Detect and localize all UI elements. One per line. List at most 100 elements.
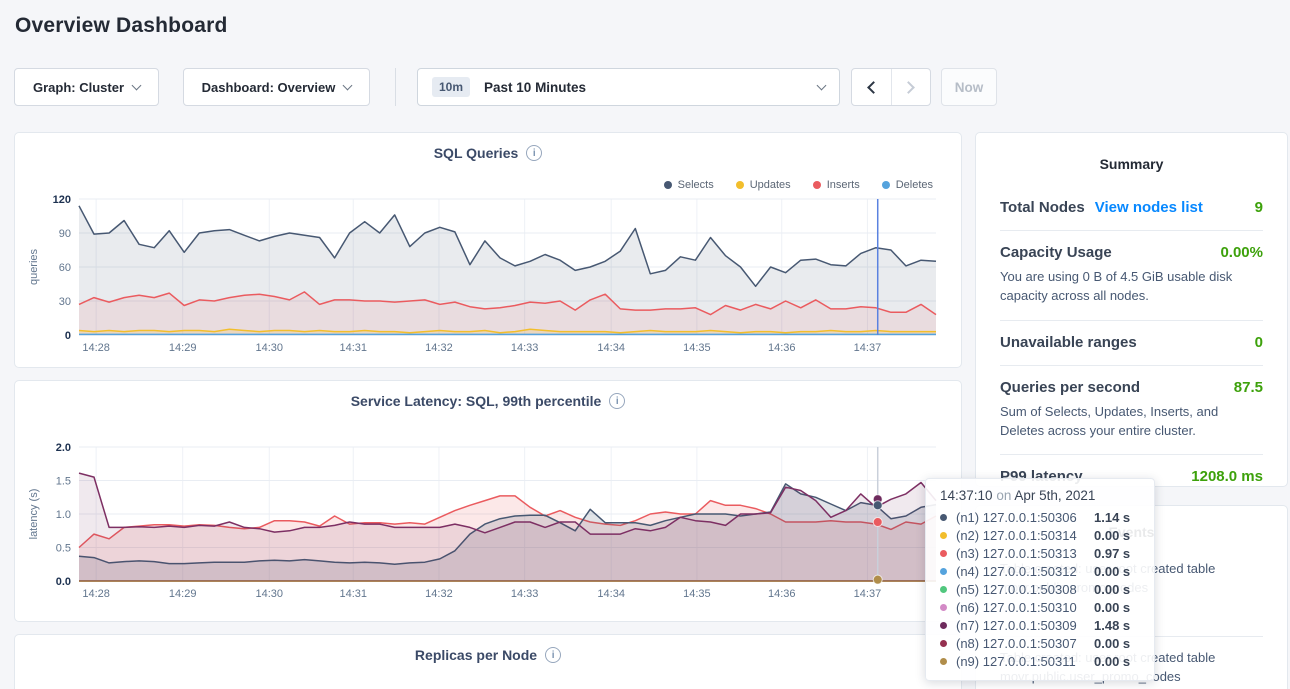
tooltip-row-n6: (n6) 127.0.0.1:503100.00 s [940, 598, 1142, 616]
info-icon[interactable]: i [609, 393, 625, 409]
tooltip-row-n7: (n7) 127.0.0.1:503091.48 s [940, 616, 1142, 634]
tooltip-latency-value: 0.97 s [1094, 546, 1130, 561]
tooltip-latency-value: 0.00 s [1094, 582, 1130, 597]
tooltip-timestamp: 14:37:10 on Apr 5th, 2021 [940, 488, 1142, 503]
info-icon[interactable]: i [545, 647, 561, 663]
svg-text:120: 120 [53, 194, 71, 206]
tooltip-node-address: (n6) 127.0.0.1:50310 [956, 600, 1094, 615]
svg-text:14:29: 14:29 [169, 342, 197, 354]
tooltip-row-n9: (n9) 127.0.0.1:503110.00 s [940, 652, 1142, 670]
page-title: Overview Dashboard [15, 14, 228, 38]
unavailable-ranges-label: Unavailable ranges [1000, 334, 1137, 351]
time-range-dropdown[interactable]: 10m Past 10 Minutes [417, 68, 840, 106]
svg-text:14:37: 14:37 [854, 588, 882, 600]
service-latency-panel: 0.00.51.01.52.014:2814:2914:3014:3114:32… [14, 380, 962, 622]
legend-dot [736, 181, 744, 189]
summary-heading: Summary [1000, 148, 1263, 186]
legend-dot [664, 181, 672, 189]
svg-text:14:32: 14:32 [425, 342, 453, 354]
legend-item-deletes: Deletes [882, 179, 933, 191]
svg-text:1.0: 1.0 [56, 509, 71, 521]
qps-label: Queries per second [1000, 379, 1140, 396]
tooltip-row-n2: (n2) 127.0.0.1:503140.00 s [940, 526, 1142, 544]
svg-text:14:30: 14:30 [255, 342, 283, 354]
now-button-label: Now [955, 80, 984, 95]
graph-dropdown[interactable]: Graph: Cluster [14, 68, 159, 106]
node-color-dot [940, 622, 947, 629]
tooltip-node-address: (n5) 127.0.0.1:50308 [956, 582, 1094, 597]
legend-label: Selects [678, 179, 714, 191]
tooltip-row-n3: (n3) 127.0.0.1:503130.97 s [940, 544, 1142, 562]
svg-text:0.0: 0.0 [56, 576, 71, 588]
now-button[interactable]: Now [941, 68, 997, 106]
sql-queries-chart: 030609012014:2814:2914:3014:3114:3214:33… [15, 133, 963, 369]
summary-row-total-nodes: Total Nodes View nodes list 9 [1000, 186, 1263, 231]
total-nodes-label: Total Nodes [1000, 199, 1085, 216]
tooltip-latency-value: 0.00 s [1094, 636, 1130, 651]
hover-point-dot [873, 518, 882, 527]
svg-text:90: 90 [59, 228, 71, 240]
svg-text:14:30: 14:30 [255, 588, 283, 600]
hover-point-dot [873, 575, 882, 584]
chevron-right-icon [903, 81, 916, 94]
svg-text:14:32: 14:32 [425, 588, 453, 600]
chevron-down-icon [817, 80, 827, 90]
tooltip-node-address: (n8) 127.0.0.1:50307 [956, 636, 1094, 651]
tooltip-latency-value: 1.48 s [1094, 618, 1130, 633]
service-latency-chart: 0.00.51.01.52.014:2814:2914:3014:3114:32… [15, 381, 963, 623]
chevron-down-icon [343, 80, 353, 90]
total-nodes-value: 9 [1255, 199, 1263, 216]
time-range-label: Past 10 Minutes [484, 80, 818, 95]
svg-text:0: 0 [65, 330, 71, 342]
svg-text:14:34: 14:34 [597, 588, 625, 600]
legend-dot [882, 181, 890, 189]
node-color-dot [940, 532, 947, 539]
svg-text:14:34: 14:34 [597, 342, 625, 354]
qps-value: 87.5 [1234, 379, 1263, 396]
svg-text:14:31: 14:31 [339, 588, 367, 600]
node-color-dot [940, 604, 947, 611]
tooltip-date: Apr 5th, 2021 [1014, 488, 1095, 503]
node-color-dot [940, 640, 947, 647]
node-color-dot [940, 586, 947, 593]
info-icon[interactable]: i [526, 145, 542, 161]
svg-text:60: 60 [59, 262, 71, 274]
node-color-dot [940, 514, 947, 521]
svg-text:14:29: 14:29 [169, 588, 197, 600]
tooltip-node-address: (n3) 127.0.0.1:50313 [956, 546, 1094, 561]
svg-text:14:31: 14:31 [339, 342, 367, 354]
capacity-usage-value: 0.00% [1220, 244, 1263, 261]
tooltip-node-address: (n9) 127.0.0.1:50311 [956, 654, 1094, 669]
tooltip-on: on [996, 488, 1011, 503]
tooltip-node-address: (n7) 127.0.0.1:50309 [956, 618, 1094, 633]
chart-series [79, 473, 936, 581]
svg-text:30: 30 [59, 296, 71, 308]
time-range-badge: 10m [432, 77, 470, 97]
view-nodes-list-link[interactable]: View nodes list [1095, 199, 1203, 216]
svg-text:2.0: 2.0 [56, 442, 71, 454]
dashboard-dropdown[interactable]: Dashboard: Overview [183, 68, 370, 106]
qps-description: Sum of Selects, Updates, Inserts, and De… [1000, 403, 1263, 441]
tooltip-rows: (n1) 127.0.0.1:503061.14 s(n2) 127.0.0.1… [940, 508, 1142, 670]
chart-hover-tooltip: 14:37:10 on Apr 5th, 2021 (n1) 127.0.0.1… [925, 478, 1155, 681]
tooltip-node-address: (n1) 127.0.0.1:50306 [956, 510, 1094, 525]
tooltip-latency-value: 0.00 s [1094, 654, 1130, 669]
next-time-button[interactable] [891, 69, 930, 105]
previous-time-button[interactable] [852, 69, 891, 105]
tooltip-node-address: (n4) 127.0.0.1:50312 [956, 564, 1094, 579]
overview-dashboard-page: { "page": { "title": "Overview Dashboard… [0, 0, 1290, 689]
sql-queries-legend: SelectsUpdatesInsertsDeletes [664, 179, 933, 191]
summary-row-qps: Queries per second 87.5 Sum of Selects, … [1000, 366, 1263, 456]
svg-text:14:33: 14:33 [511, 588, 539, 600]
tooltip-latency-value: 1.14 s [1094, 510, 1130, 525]
svg-text:14:35: 14:35 [683, 588, 711, 600]
graph-dropdown-label: Graph: Cluster [33, 80, 124, 95]
svg-text:14:37: 14:37 [854, 342, 882, 354]
chart-title-sql-queries: SQL Queries [434, 145, 519, 161]
legend-dot [813, 181, 821, 189]
p99-latency-value: 1208.0 ms [1191, 468, 1263, 485]
svg-text:1.5: 1.5 [56, 476, 71, 488]
legend-label: Inserts [827, 179, 860, 191]
hover-point-dot [873, 501, 882, 510]
summary-row-unavailable-ranges: Unavailable ranges 0 [1000, 321, 1263, 366]
